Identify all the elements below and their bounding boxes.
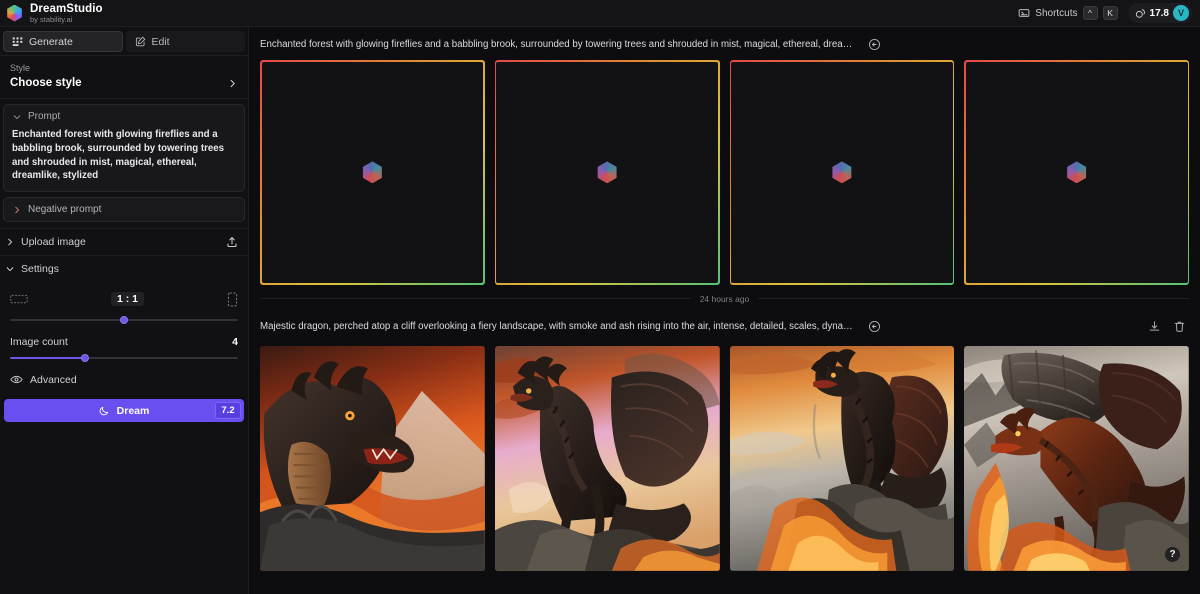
upload-image-label: Upload image: [21, 236, 86, 249]
dreamstudio-app: DreamStudio by stability.ai Shortcuts ^ …: [0, 0, 1200, 594]
aspect-ratio-slider[interactable]: [10, 314, 238, 326]
generated-image-card[interactable]: [729, 345, 955, 571]
loading-hexagon-icon: [832, 161, 852, 184]
negative-prompt-title: Negative prompt: [28, 204, 102, 216]
dragon-rearing-wings-fire-image: [729, 345, 955, 571]
credits-coin-icon: [1135, 8, 1146, 19]
generation-image-grid: [249, 60, 1200, 285]
shortcuts-label: Shortcuts: [1035, 7, 1078, 19]
prompt-section[interactable]: Prompt Enchanted forest with glowing fir…: [3, 104, 245, 193]
prompt-section-wrap: Prompt Enchanted forest with glowing fir…: [0, 99, 248, 223]
loading-hexagon-icon: [362, 161, 382, 184]
image-placeholder-card[interactable]: [260, 60, 485, 285]
image-count-slider[interactable]: [10, 352, 238, 364]
shortcut-key: K: [1102, 6, 1118, 20]
negative-prompt-section[interactable]: Negative prompt: [3, 197, 245, 223]
help-button[interactable]: ?: [1164, 545, 1181, 563]
tab-edit[interactable]: Edit: [125, 31, 245, 52]
top-bar: DreamStudio by stability.ai Shortcuts ^ …: [0, 0, 1200, 27]
loading-hexagon-icon: [1067, 161, 1087, 184]
generation-header: Majestic dragon, perched atop a cliff ov…: [249, 313, 1200, 346]
divider: [260, 298, 691, 300]
dream-button-wrap: Dream 7.2: [0, 395, 248, 428]
shortcut-modifier-key: ^: [1082, 6, 1098, 20]
style-label: Style: [10, 63, 31, 73]
advanced-label: Advanced: [30, 373, 77, 386]
mode-tabs: Generate Edit: [0, 27, 248, 55]
grid-icon: [12, 36, 23, 47]
dragon-perched-cliff-river-image: [494, 345, 720, 571]
portrait-rectangle-icon[interactable]: [227, 292, 238, 307]
loading-hexagon-icon: [597, 161, 617, 184]
timestamp-label: 24 hours ago: [699, 293, 750, 304]
generated-image-card[interactable]: ?: [964, 345, 1189, 571]
settings-label: Settings: [21, 263, 59, 276]
image-placeholder-card[interactable]: [729, 60, 955, 285]
divider: [758, 298, 1189, 300]
generation-prompt-text: Enchanted forest with glowing fireflies …: [260, 38, 860, 50]
generation-prompt-text: Majestic dragon, perched atop a cliff ov…: [260, 321, 860, 333]
image-count-label: Image count: [10, 336, 68, 349]
app-title: DreamStudio: [30, 2, 103, 15]
avatar[interactable]: V: [1173, 5, 1189, 21]
image-count-value: 4: [232, 336, 238, 349]
generated-image-card[interactable]: [494, 345, 720, 571]
delete-icon[interactable]: [1173, 320, 1186, 333]
chevron-right-icon[interactable]: [12, 205, 22, 215]
credits-badge[interactable]: 17.8 V: [1127, 3, 1192, 23]
chevron-down-icon[interactable]: [12, 112, 22, 122]
tab-generate[interactable]: Generate: [3, 31, 123, 52]
chevron-right-icon[interactable]: [227, 78, 238, 89]
dream-button[interactable]: Dream 7.2: [4, 399, 244, 423]
upload-icon[interactable]: [226, 236, 238, 248]
generation-image-grid: ?: [249, 345, 1200, 571]
timestamp-separator: 24 hours ago: [249, 285, 1200, 313]
app-subtitle: by stability.ai: [30, 14, 73, 24]
tab-edit-label: Edit: [151, 35, 170, 48]
prompt-title: Prompt: [28, 111, 61, 122]
tab-generate-label: Generate: [29, 35, 73, 48]
top-bar-right: Shortcuts ^ K 17.8 V: [1014, 3, 1192, 23]
main-content: Enchanted forest with glowing fireflies …: [249, 27, 1200, 594]
landscape-rectangle-icon[interactable]: [10, 292, 28, 306]
style-value: Choose style: [10, 77, 82, 89]
moon-icon: [99, 405, 110, 416]
download-icon[interactable]: [1148, 320, 1161, 333]
keyboard-icon: [1018, 7, 1030, 19]
shortcuts-button[interactable]: Shortcuts ^ K: [1014, 4, 1121, 22]
generated-image-card[interactable]: [260, 345, 485, 571]
settings-body: 1 : 1 Image count 4: [0, 282, 248, 364]
sidebar: Generate Edit Style Choose style Prompt …: [0, 27, 249, 594]
app-body: Generate Edit Style Choose style Prompt …: [0, 27, 1200, 594]
aspect-ratio-row: 1 : 1: [10, 288, 238, 310]
settings-section-header[interactable]: Settings: [0, 256, 248, 282]
restore-prompt-icon[interactable]: [868, 320, 881, 333]
prompt-input[interactable]: Enchanted forest with glowing fireflies …: [12, 128, 236, 183]
slider-thumb[interactable]: [120, 316, 128, 325]
eye-icon: [10, 373, 23, 386]
advanced-section[interactable]: Advanced: [0, 364, 248, 395]
style-section[interactable]: Style Choose style: [0, 56, 248, 98]
dragon-breathing-fire-wings-image: [964, 345, 1189, 571]
image-placeholder-card[interactable]: [494, 60, 720, 285]
slider-fill: [10, 357, 86, 360]
slider-thumb[interactable]: [81, 354, 90, 363]
upload-image-section[interactable]: Upload image: [0, 229, 248, 255]
image-placeholder-card[interactable]: [964, 60, 1189, 285]
dragon-head-closeup-lava-image: [260, 345, 485, 571]
generation-header: Enchanted forest with glowing fireflies …: [249, 27, 1200, 60]
dream-button-label: Dream: [116, 404, 150, 417]
chevron-right-icon[interactable]: [5, 237, 15, 247]
pencil-square-icon: [135, 36, 146, 47]
credits-value: 17.8: [1149, 7, 1169, 19]
restore-prompt-icon[interactable]: [868, 38, 881, 51]
generation-actions: [1148, 320, 1186, 333]
image-count-row: Image count 4: [10, 336, 238, 348]
dreamstudio-logo-icon: [7, 4, 22, 22]
brand[interactable]: DreamStudio by stability.ai: [6, 3, 103, 24]
dream-cost-badge: 7.2: [215, 402, 241, 420]
chevron-down-icon[interactable]: [5, 264, 15, 274]
aspect-ratio-value: 1 : 1: [110, 292, 144, 307]
